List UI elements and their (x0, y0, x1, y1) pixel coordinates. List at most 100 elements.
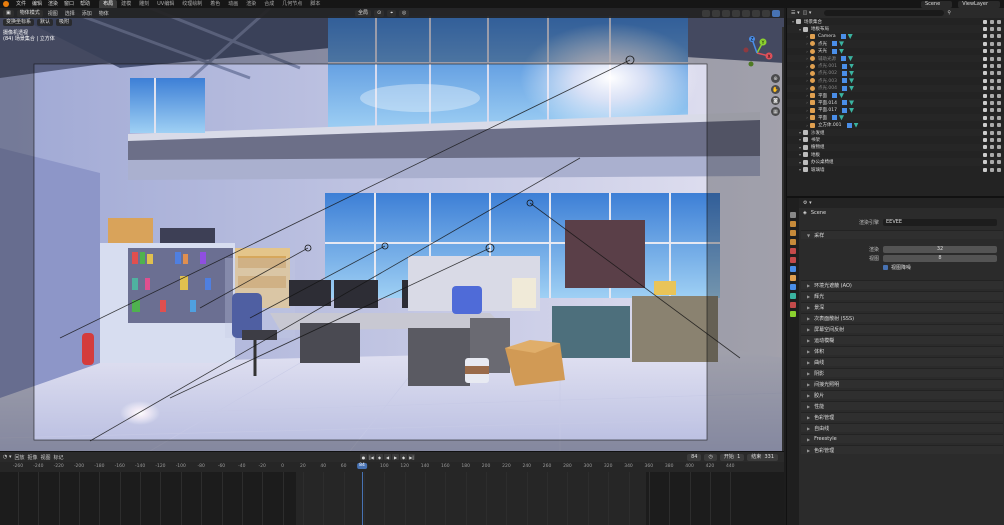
menu-file[interactable]: 文件 (13, 0, 29, 8)
camera-render-icon[interactable] (997, 34, 1001, 39)
exclude-checkbox-icon[interactable] (983, 145, 987, 150)
viewport-samples-field[interactable]: 8 (883, 255, 997, 262)
tool-tab-icon[interactable] (790, 212, 796, 218)
camera-render-icon[interactable] (997, 160, 1001, 165)
collapsed-panel[interactable]: ▶ 辉光 (801, 291, 1003, 300)
collection-tab-icon[interactable] (790, 266, 796, 272)
object-data-icon[interactable] (849, 70, 855, 76)
object-data-icon[interactable] (853, 122, 859, 128)
object-data-icon[interactable] (848, 56, 853, 62)
viewport-scrollbar[interactable] (782, 27, 784, 451)
camera-render-icon[interactable] (997, 152, 1001, 157)
jump-end-icon[interactable]: ▶| (408, 454, 415, 460)
outliner-row[interactable]: › 平面.014 (787, 99, 1004, 107)
exclude-checkbox-icon[interactable] (983, 19, 987, 24)
camera-render-icon[interactable] (997, 108, 1001, 113)
camera-render-icon[interactable] (997, 71, 1001, 76)
shading-rendered-icon[interactable] (772, 9, 780, 17)
current-frame-field[interactable]: 84 (687, 453, 702, 461)
collapsed-panel[interactable]: ▶ 阴影 (801, 368, 1003, 377)
modifier-icon[interactable] (832, 48, 837, 54)
eye-visibility-icon[interactable] (990, 152, 994, 157)
outliner-row[interactable]: ▾ 地板布局 (787, 25, 1004, 33)
eye-visibility-icon[interactable] (990, 86, 994, 91)
eye-visibility-icon[interactable] (990, 100, 994, 105)
properties-editor-icon[interactable]: ⚙ ▾ (803, 200, 812, 206)
object-data-icon[interactable] (849, 107, 855, 113)
eye-visibility-icon[interactable] (990, 108, 994, 113)
camera-render-icon[interactable] (997, 56, 1001, 61)
collapsed-panel[interactable]: ▶ Freestyle (801, 434, 1003, 443)
camera-render-icon[interactable] (997, 130, 1001, 135)
physics-tab-icon[interactable] (790, 293, 796, 299)
collapsed-panel[interactable]: ▶ 间接光照明 (801, 379, 1003, 388)
eye-visibility-icon[interactable] (990, 56, 994, 61)
workspace-tab-scripting[interactable]: 脚本 (306, 0, 324, 8)
camera-render-icon[interactable] (997, 19, 1001, 24)
timeline-editor-icon[interactable]: ◔ ▾ (3, 454, 11, 460)
pan-hand-icon[interactable]: ✋ (771, 85, 780, 94)
eye-visibility-icon[interactable] (990, 137, 994, 142)
object-data-icon[interactable] (839, 48, 844, 54)
collapsed-panel[interactable]: ▶ 屏幕空间反射 (801, 324, 1003, 333)
display-mode-icon[interactable]: ◫ ▾ (803, 10, 812, 16)
render-engine-dropdown[interactable]: EEVEE (883, 219, 997, 226)
range-toggle-icon[interactable]: ◷ (704, 453, 717, 461)
camera-view-icon[interactable]: ◙ (771, 96, 780, 105)
exclude-checkbox-icon[interactable] (983, 100, 987, 105)
outliner-row[interactable]: › 立方体.001 (787, 121, 1004, 128)
eye-visibility-icon[interactable] (990, 71, 994, 76)
eye-visibility-icon[interactable] (990, 27, 994, 32)
3d-viewport[interactable]: ▣ 物体模式 视图 选择 添加 物体 全局 ⊙ ⌖ ◎ 变换坐标系 默认 吸附 … (0, 8, 784, 451)
camera-render-icon[interactable] (997, 86, 1001, 91)
eye-visibility-icon[interactable] (990, 41, 994, 46)
camera-render-icon[interactable] (997, 64, 1001, 69)
outliner-row[interactable]: › 点光.004 (787, 84, 1004, 92)
shading-solid-icon[interactable] (752, 9, 760, 17)
eye-visibility-icon[interactable] (990, 115, 994, 120)
outliner-row[interactable]: › 点光.002 (787, 69, 1004, 78)
collapsed-panel[interactable]: ▶ 运动模糊 (801, 335, 1003, 344)
proportional-edit-icon[interactable]: ◎ (399, 9, 410, 17)
outliner-row[interactable]: ▾ 玻璃墙 (787, 166, 1004, 173)
menu-render[interactable]: 渲染 (45, 0, 61, 8)
exclude-checkbox-icon[interactable] (983, 27, 987, 32)
collapsed-panel[interactable]: ▶ 环境光遮蔽 (AO) (801, 280, 1003, 289)
outliner-row[interactable]: › Camera (787, 33, 1004, 40)
collapsed-panel[interactable]: ▶ 景深 (801, 302, 1003, 311)
snap-icon[interactable]: ⌖ (387, 9, 397, 17)
collapsed-panel[interactable]: ▶ 色彩管理 (801, 445, 1003, 454)
menu-view[interactable]: 视图 (46, 10, 60, 17)
camera-render-icon[interactable] (997, 41, 1001, 46)
perspective-toggle-icon[interactable]: ▦ (771, 107, 780, 116)
exclude-checkbox-icon[interactable] (983, 56, 987, 61)
workspace-tab-compositing[interactable]: 合成 (260, 0, 278, 8)
outliner-row[interactable]: ▾ 沙发组 (787, 128, 1004, 137)
timeline-body[interactable] (0, 472, 784, 525)
workspace-tab-geometry-nodes[interactable]: 几何节点 (278, 0, 306, 8)
viewport-denoise-checkbox[interactable]: 视图降噪 (883, 264, 911, 271)
modifier-icon[interactable] (842, 78, 848, 84)
workspace-tab-uv[interactable]: UV编辑 (153, 0, 178, 8)
modifier-icon[interactable] (841, 56, 846, 62)
exclude-checkbox-icon[interactable] (983, 71, 987, 76)
outliner-row[interactable]: ▾ 场景集合 (787, 18, 1004, 25)
eye-visibility-icon[interactable] (990, 160, 994, 165)
eye-visibility-icon[interactable] (990, 64, 994, 69)
default-dropdown[interactable]: 默认 (37, 19, 54, 26)
timeline-ruler[interactable]: -260 -240 -220 -200 -180 -160 -140 -120 -100 -80-… (0, 462, 784, 472)
camera-render-icon[interactable] (997, 123, 1001, 128)
view-layer-tab-icon[interactable] (790, 239, 796, 245)
eye-visibility-icon[interactable] (990, 93, 994, 98)
eye-visibility-icon[interactable] (990, 145, 994, 150)
workspace-tab-layout[interactable]: 布局 (99, 0, 118, 8)
filter-icon[interactable]: ⚲ (947, 10, 951, 16)
workspace-tab-modeling[interactable]: 建模 (117, 0, 135, 8)
outliner-row[interactable]: ▾ 地板 (787, 151, 1004, 158)
transform-orientation-dropdown[interactable]: 全局 (355, 9, 372, 17)
eye-visibility-icon[interactable] (990, 130, 994, 135)
collapsed-panel[interactable]: ▶ 色彩管理 (801, 412, 1003, 421)
object-data-icon[interactable] (849, 85, 855, 91)
pivot-point-icon[interactable]: ⊙ (374, 9, 385, 17)
exclude-checkbox-icon[interactable] (983, 93, 987, 98)
